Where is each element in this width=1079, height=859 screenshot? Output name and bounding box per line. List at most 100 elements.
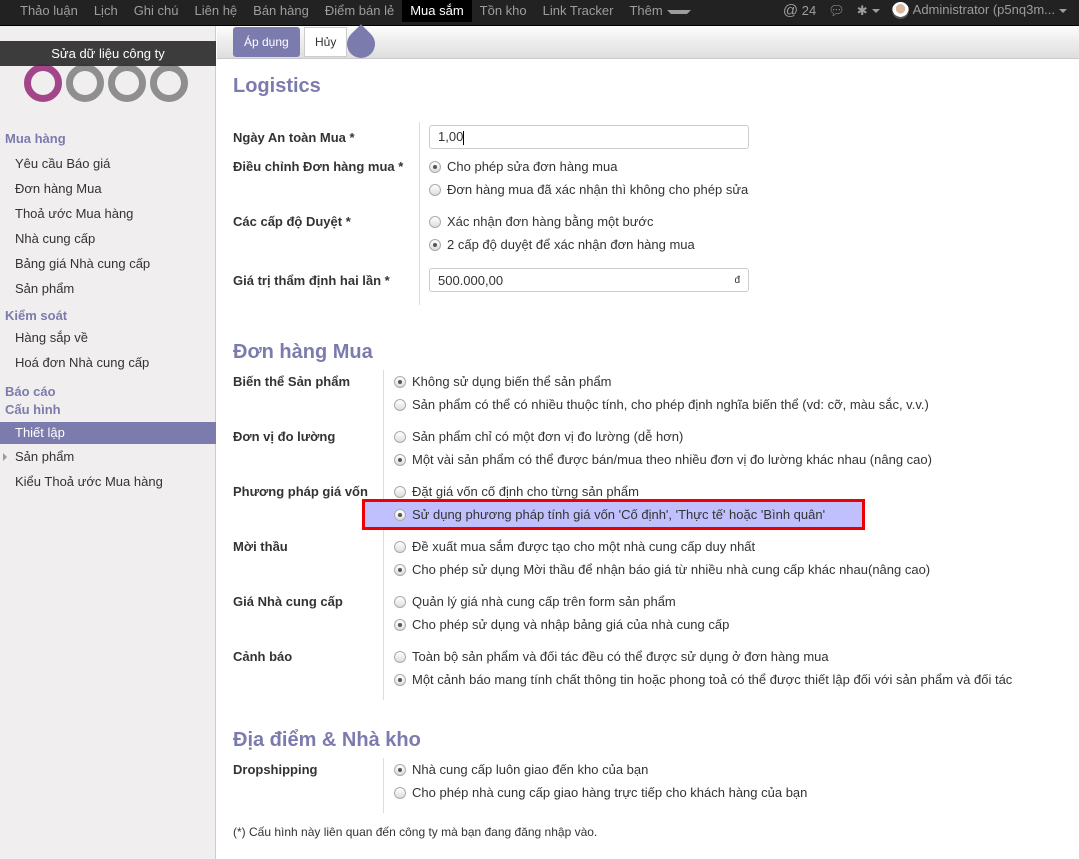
radio-option[interactable]: Sử dụng phương pháp tính giá vốn 'Cố địn… — [362, 499, 865, 530]
sidebar-item[interactable]: Sản phẩm — [0, 444, 216, 469]
sidebar-heading[interactable]: Mua hàng — [0, 130, 216, 148]
section-title: Logistics — [233, 75, 321, 97]
radio-button[interactable] — [394, 595, 406, 608]
radio-label: Sản phẩm chỉ có một đơn vị đo lường (dễ … — [412, 429, 684, 444]
radio-button[interactable] — [429, 215, 441, 228]
caret-right-icon[interactable] — [3, 453, 7, 461]
edit-company-button[interactable]: Sửa dữ liệu công ty — [0, 41, 216, 66]
radio-option[interactable]: Sản phẩm chỉ có một đơn vị đo lường (dễ … — [394, 425, 932, 448]
radio-button[interactable] — [394, 763, 406, 776]
radio-option[interactable]: Một cảnh báo mang tính chất thông tin ho… — [394, 668, 1012, 691]
setting-label: Mời thầu — [233, 539, 288, 554]
radio-option[interactable]: 2 cấp độ duyệt để xác nhận đơn hàng mua — [429, 233, 695, 256]
radio-button[interactable] — [394, 398, 406, 411]
radio-option[interactable]: Xác nhận đơn hàng bằng một bước — [429, 210, 695, 233]
radio-option[interactable]: Cho phép sử dụng và nhập bảng giá của nh… — [394, 613, 729, 636]
sidebar-item[interactable]: Hàng sắp về — [0, 325, 216, 350]
menu-item[interactable]: Điểm bán lẻ — [317, 0, 402, 25]
menu-item[interactable]: Tồn kho — [472, 0, 535, 25]
control-panel: Áp dụng Hủy — [217, 24, 1079, 64]
radio-button[interactable] — [394, 673, 406, 686]
radio-option[interactable]: Cho phép sửa đơn hàng mua — [429, 155, 748, 178]
radio-option[interactable]: Toàn bộ sản phẩm và đối tác đều có thể đ… — [394, 645, 1012, 668]
sidebar-item-label: Thoả ước Mua hàng — [15, 206, 134, 221]
radio-label: Toàn bộ sản phẩm và đối tác đều có thể đ… — [412, 649, 829, 664]
radio-label: 2 cấp độ duyệt để xác nhận đơn hàng mua — [447, 237, 695, 252]
setting-input[interactable]: 500.000,00 đ — [429, 268, 749, 292]
radio-option[interactable]: Cho phép nhà cung cấp giao hàng trực tiế… — [394, 781, 807, 804]
radio-button[interactable] — [429, 183, 441, 196]
setting-input[interactable]: 1,00 — [429, 125, 749, 149]
settings-group: Dropshipping Nhà cung cấp luôn giao đến k… — [233, 758, 1073, 813]
radio-option[interactable]: Một vài sản phẩm có thể được bán/mua the… — [394, 448, 932, 471]
chat-icon[interactable]: 💬︎ — [828, 3, 845, 19]
radio-button[interactable] — [429, 160, 441, 173]
radio-button[interactable] — [394, 563, 406, 576]
sidebar-item-label: Sản phẩm — [15, 449, 75, 464]
radio-option[interactable]: Quản lý giá nhà cung cấp trên form sản p… — [394, 590, 729, 613]
radio-button[interactable] — [394, 786, 406, 799]
radio-option[interactable]: Cho phép sử dụng Mời thầu để nhận báo gi… — [394, 558, 930, 581]
setting-row: Phương pháp giá vốn Đặt giá vốn cố định c… — [233, 480, 1073, 535]
sidebar-item[interactable]: Nhà cung cấp — [0, 226, 216, 251]
menu-item[interactable]: Thảo luận — [12, 0, 86, 25]
sidebar-item[interactable]: Sản phẩm — [0, 276, 216, 301]
apply-button[interactable]: Áp dụng — [233, 27, 300, 57]
setting-options: Cho phép sửa đơn hàng mua Đơn hàng mua đã… — [419, 155, 748, 210]
odoo-logo[interactable] — [24, 64, 188, 102]
radio-option[interactable]: Đề xuất mua sắm được tạo cho một nhà cun… — [394, 535, 930, 558]
menu-item[interactable]: Liên hệ — [187, 0, 246, 25]
radio-label: Đề xuất mua sắm được tạo cho một nhà cun… — [412, 539, 756, 554]
radio-button[interactable] — [429, 238, 441, 251]
sidebar: Sửa dữ liệu công ty Mua hàng Yêu cầu Báo … — [0, 26, 216, 859]
sidebar-item[interactable]: Hoá đơn Nhà cung cấp — [0, 350, 216, 375]
radio-label: Một cảnh báo mang tính chất thông tin ho… — [412, 672, 1013, 687]
radio-button[interactable] — [394, 540, 406, 553]
radio-label: Quản lý giá nhà cung cấp trên form sản p… — [412, 594, 676, 609]
setting-label: Đơn vị đo lường — [233, 429, 336, 444]
setting-label: Giá Nhà cung cấp — [233, 594, 343, 609]
setting-options: 500.000,00 đ — [419, 265, 749, 305]
radio-label: Sản phẩm có thể có nhiều thuộc tính, cho… — [412, 397, 929, 412]
sidebar-item[interactable]: Kiểu Thoả ước Mua hàng — [0, 469, 216, 494]
radio-option[interactable]: Nhà cung cấp luôn giao đến kho của bạn — [394, 758, 807, 781]
menu-item[interactable]: Lịch — [86, 0, 126, 25]
sidebar-item-label: Thiết lập — [15, 425, 65, 440]
sidebar-heading[interactable]: Báo cáo — [0, 383, 216, 401]
radio-option[interactable]: Không sử dụng biến thể sản phẩm — [394, 370, 929, 393]
radio-button[interactable] — [394, 430, 406, 443]
sidebar-item[interactable]: Thiết lập — [0, 422, 216, 444]
menu-item[interactable]: Bán hàng — [245, 0, 317, 25]
radio-button[interactable] — [394, 375, 406, 388]
user-menu[interactable]: Administrator (p5nq3m... — [891, 2, 1067, 20]
sidebar-heading[interactable]: Kiểm soát — [0, 307, 216, 325]
radio-button[interactable] — [394, 650, 406, 663]
cancel-button[interactable]: Hủy — [304, 27, 348, 57]
menu-item[interactable]: Ghi chú — [126, 0, 187, 25]
setting-row: Đơn vị đo lường Sản phẩm chỉ có một đơn v… — [233, 425, 1073, 480]
setting-row: Biến thể Sản phẩm Không sử dụng biến thể … — [233, 370, 1073, 425]
sidebar-item[interactable]: Đơn hàng Mua — [0, 176, 216, 201]
setting-options: Không sử dụng biến thể sản phẩm Sản phẩm … — [383, 370, 929, 425]
mentions[interactable]: @ 24 — [783, 2, 816, 19]
radio-option[interactable]: Đơn hàng mua đã xác nhận thì không cho p… — [429, 178, 748, 201]
menu-item[interactable]: Link Tracker — [535, 0, 622, 25]
sidebar-item[interactable]: Yêu cầu Báo giá — [0, 151, 216, 176]
debug-bug-icon[interactable]: ✱ — [857, 3, 880, 19]
sidebar-item[interactable]: Bảng giá Nhà cung cấp — [0, 251, 216, 276]
setting-label: Ngày An toàn Mua * — [233, 130, 355, 145]
sidebar-heading[interactable]: Cấu hình — [0, 401, 216, 419]
radio-option[interactable]: Sản phẩm có thể có nhiều thuộc tính, cho… — [394, 393, 929, 416]
radio-button[interactable] — [394, 618, 406, 631]
setting-options: Đề xuất mua sắm được tạo cho một nhà cun… — [383, 535, 930, 590]
radio-button[interactable] — [394, 508, 406, 521]
sidebar-item[interactable]: Thoả ước Mua hàng — [0, 201, 216, 226]
menu-item[interactable]: Thêm — [621, 0, 698, 25]
sidebar-item-label: Kiểu Thoả ước Mua hàng — [15, 474, 163, 489]
radio-button[interactable] — [394, 485, 406, 498]
radio-button[interactable] — [394, 453, 406, 466]
input-value: 1,00 — [438, 129, 464, 145]
sidebar-nav: Mua hàng Yêu cầu Báo giá Đơn hàng Mua Thoả … — [0, 130, 216, 494]
radio-label: Không sử dụng biến thể sản phẩm — [412, 374, 612, 389]
menu-item[interactable]: Mua sắm — [402, 0, 472, 22]
